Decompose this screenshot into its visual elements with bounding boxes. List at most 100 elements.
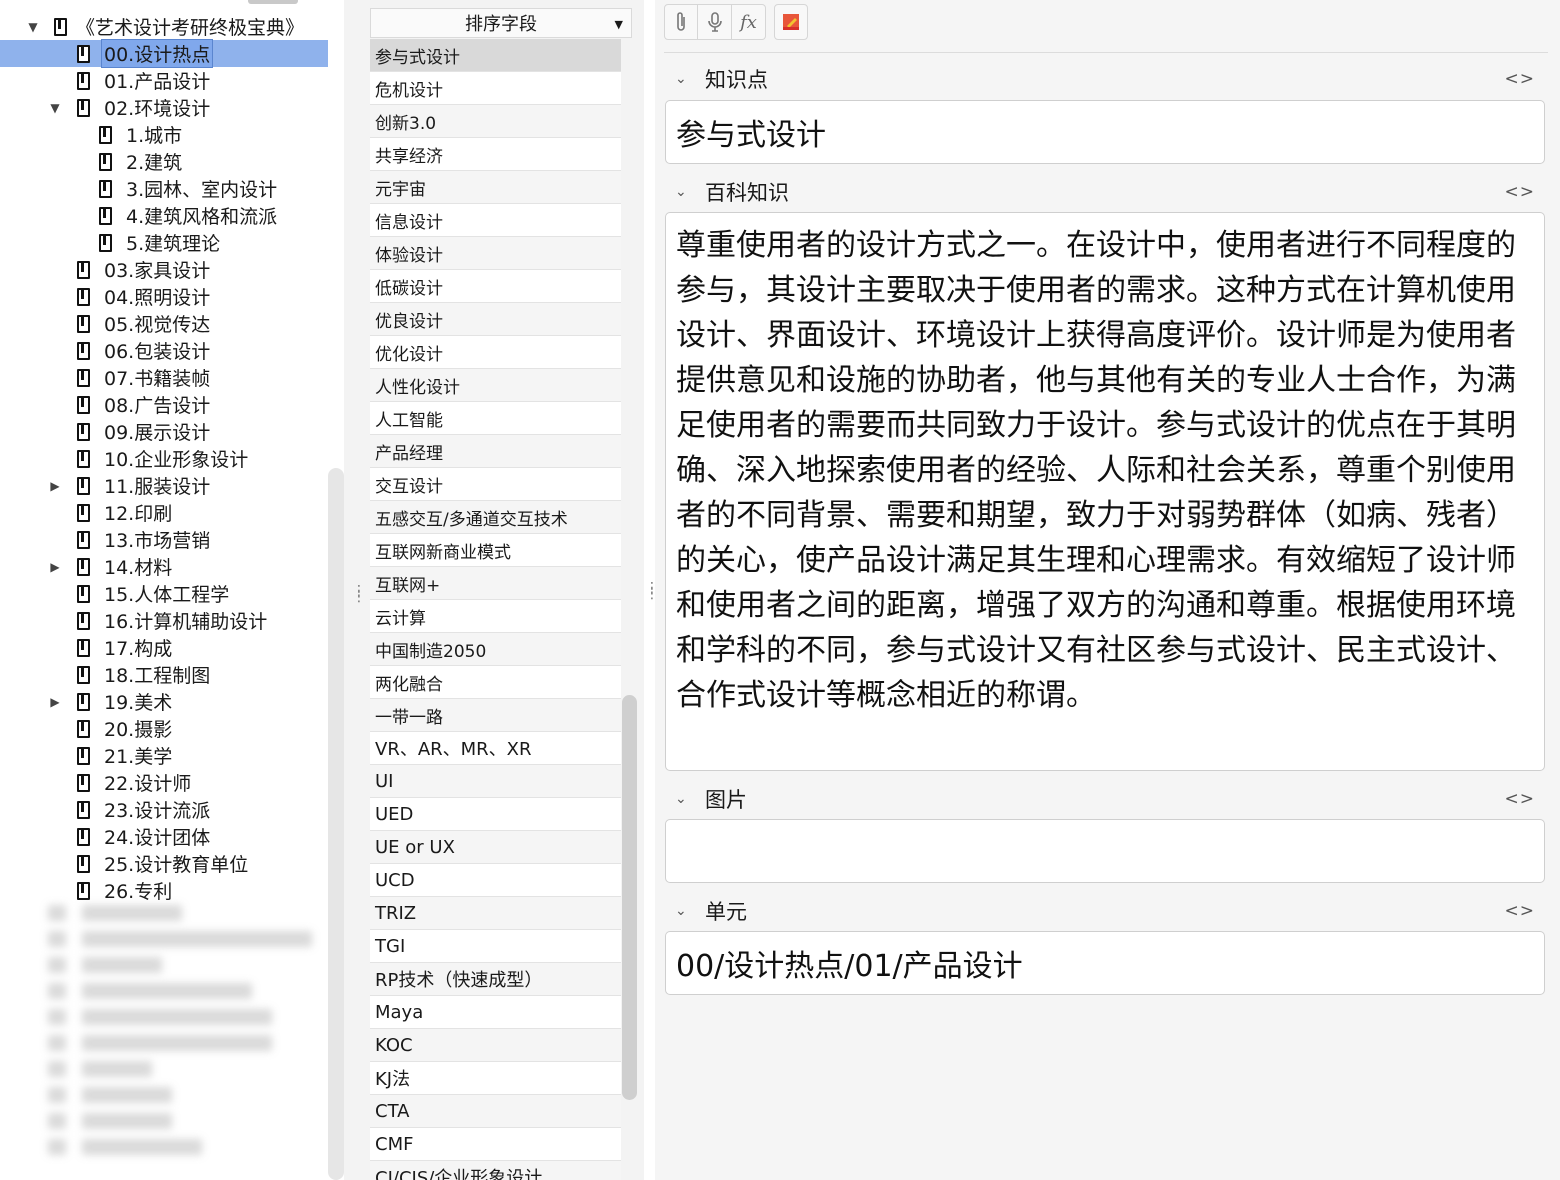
tree-item[interactable]: 20.摄影 <box>0 715 328 742</box>
list-item[interactable]: 交互设计 <box>370 468 621 501</box>
list-item[interactable]: UI <box>370 765 621 798</box>
chevron-down-icon[interactable]: ⌄ <box>675 903 691 919</box>
list-item[interactable]: UCD <box>370 864 621 897</box>
tree-item[interactable]: 15.人体工程学 <box>0 580 328 607</box>
tree-item[interactable]: 05.视觉传达 <box>0 310 328 337</box>
tree-item[interactable]: ▶ 14.材料 <box>0 553 328 580</box>
list-item[interactable]: 两化融合 <box>370 666 621 699</box>
list-item[interactable]: 五感交互/多通道交互技术 <box>370 501 621 534</box>
tree-item[interactable]: 4.建筑风格和流派 <box>0 202 328 229</box>
tree-item[interactable]: 18.工程制图 <box>0 661 328 688</box>
tree-item[interactable]: 1.城市 <box>0 121 328 148</box>
tree-item[interactable]: 17.构成 <box>0 634 328 661</box>
tree-item[interactable]: 3.园林、室内设计 <box>0 175 328 202</box>
expand-arrow-icon[interactable]: ▼ <box>26 20 40 34</box>
expand-arrow-icon[interactable]: ▼ <box>48 101 62 115</box>
tree-item[interactable]: 22.设计师 <box>0 769 328 796</box>
list-item[interactable]: 体验设计 <box>370 237 621 270</box>
list-item[interactable]: 创新3.0 <box>370 105 621 138</box>
list-item[interactable]: 优化设计 <box>370 336 621 369</box>
tree-item[interactable]: ▶ 19.美术 <box>0 688 328 715</box>
deck-icon <box>77 827 90 846</box>
html-toggle-icon[interactable]: <> <box>1505 182 1536 202</box>
list-item[interactable]: 人工智能 <box>370 402 621 435</box>
tree-item[interactable]: 09.展示设计 <box>0 418 328 445</box>
list-item[interactable]: UE or UX <box>370 831 621 864</box>
list-item[interactable]: 产品经理 <box>370 435 621 468</box>
tree-item[interactable]: 06.包装设计 <box>0 337 328 364</box>
list-item[interactable]: TRIZ <box>370 897 621 930</box>
list-item[interactable]: 低碳设计 <box>370 270 621 303</box>
list-scrollbar[interactable] <box>622 695 637 1100</box>
list-item[interactable]: 中国制造2050 <box>370 633 621 666</box>
chevron-down-icon[interactable]: ⌄ <box>675 791 691 807</box>
html-toggle-icon[interactable]: <> <box>1505 901 1536 921</box>
tree-item[interactable]: 25.设计教育单位 <box>0 850 328 877</box>
list-item[interactable]: CMF <box>370 1128 621 1161</box>
tree-item[interactable]: 21.美学 <box>0 742 328 769</box>
list-item[interactable]: 危机设计 <box>370 72 621 105</box>
tree-item[interactable]: ▼ 《艺术设计考研终极宝典》 <box>0 13 328 40</box>
sort-field-header[interactable]: 排序字段 ▼ <box>370 8 632 38</box>
tree-item[interactable]: 04.照明设计 <box>0 283 328 310</box>
list-item[interactable]: 一带一路 <box>370 699 621 732</box>
tree-item[interactable]: 10.企业形象设计 <box>0 445 328 472</box>
formula-icon[interactable]: fx <box>732 4 766 40</box>
html-toggle-icon[interactable]: <> <box>1505 789 1536 809</box>
tree-item[interactable]: 5.建筑理论 <box>0 229 328 256</box>
tree-item[interactable]: 16.计算机辅助设计 <box>0 607 328 634</box>
list-item[interactable]: TGI <box>370 930 621 963</box>
list-item[interactable]: 参与式设计 <box>370 39 621 72</box>
tree-item[interactable]: 12.印刷 <box>0 499 328 526</box>
tree-item[interactable]: 13.市场营销 <box>0 526 328 553</box>
tree-item[interactable]: 00.设计热点 <box>0 39 328 68</box>
list-item[interactable]: 人性化设计 <box>370 369 621 402</box>
paperclip-icon[interactable] <box>664 4 698 40</box>
tree-item[interactable]: 23.设计流派 <box>0 796 328 823</box>
tree-item[interactable]: 07.书籍装帧 <box>0 364 328 391</box>
field-input-encyclopedia[interactable]: 尊重使用者的设计方式之一。在设计中，使用者进行不同程度的 参与，其设计主要取决于使… <box>665 212 1545 771</box>
chevron-down-icon[interactable]: ⌄ <box>675 184 691 200</box>
collapse-arrow-icon[interactable]: ▶ <box>48 695 62 709</box>
microphone-icon[interactable] <box>698 4 732 40</box>
tree-item[interactable]: 26.专利 <box>0 877 328 904</box>
field-input-unit[interactable]: 00/设计热点/01/产品设计 <box>665 931 1545 995</box>
list-item[interactable]: KOC <box>370 1029 621 1062</box>
tree-scrollbar[interactable] <box>328 468 344 1180</box>
list-item[interactable]: 元宇宙 <box>370 171 621 204</box>
html-toggle-icon[interactable]: <> <box>1505 69 1536 89</box>
field-input-knowledge-point[interactable]: 参与式设计 <box>665 100 1545 164</box>
tree-item[interactable]: ▼ 02.环境设计 <box>0 94 328 121</box>
chevron-down-icon[interactable]: ⌄ <box>675 71 691 87</box>
right-splitter-handle[interactable]: ⋮ ⋮ <box>645 581 659 601</box>
sort-dropdown-caret-icon[interactable]: ▼ <box>615 18 623 31</box>
list-item[interactable]: VR、AR、MR、XR <box>370 732 621 765</box>
list-item[interactable]: 优良设计 <box>370 303 621 336</box>
tree-item[interactable]: 24.设计团体 <box>0 823 328 850</box>
list-item[interactable]: CTA <box>370 1095 621 1128</box>
tree-item[interactable]: 2.建筑 <box>0 148 328 175</box>
list-item[interactable]: 信息设计 <box>370 204 621 237</box>
tree-item[interactable]: 08.广告设计 <box>0 391 328 418</box>
field-header-unit[interactable]: ⌄ 单元 <> <box>675 896 1545 926</box>
list-item[interactable]: Maya <box>370 996 621 1029</box>
field-header-encyclopedia[interactable]: ⌄ 百科知识 <> <box>675 177 1545 207</box>
tree-item[interactable]: ▶ 11.服装设计 <box>0 472 328 499</box>
collapse-arrow-icon[interactable]: ▶ <box>48 479 62 493</box>
field-header-knowledge-point[interactable]: ⌄ 知识点 <> <box>675 64 1545 94</box>
tree-item[interactable]: 03.家具设计 <box>0 256 328 283</box>
list-item[interactable]: KJ法 <box>370 1062 621 1095</box>
list-item[interactable]: RP技术（快速成型） <box>370 963 621 996</box>
field-input-image[interactable] <box>665 819 1545 883</box>
list-item[interactable]: 共享经济 <box>370 138 621 171</box>
field-header-image[interactable]: ⌄ 图片 <> <box>675 784 1545 814</box>
color-icon[interactable] <box>774 4 808 40</box>
collapse-arrow-icon[interactable]: ▶ <box>48 560 62 574</box>
left-splitter-handle[interactable]: ⋮ ⋮ <box>352 584 366 604</box>
list-item[interactable]: UED <box>370 798 621 831</box>
list-item[interactable]: 互联网+ <box>370 567 621 600</box>
tree-item[interactable]: 01.产品设计 <box>0 67 328 94</box>
list-item[interactable]: 互联网新商业模式 <box>370 534 621 567</box>
list-item[interactable]: 云计算 <box>370 600 621 633</box>
list-item[interactable]: CI/CIS/企业形象设计 <box>370 1161 621 1180</box>
